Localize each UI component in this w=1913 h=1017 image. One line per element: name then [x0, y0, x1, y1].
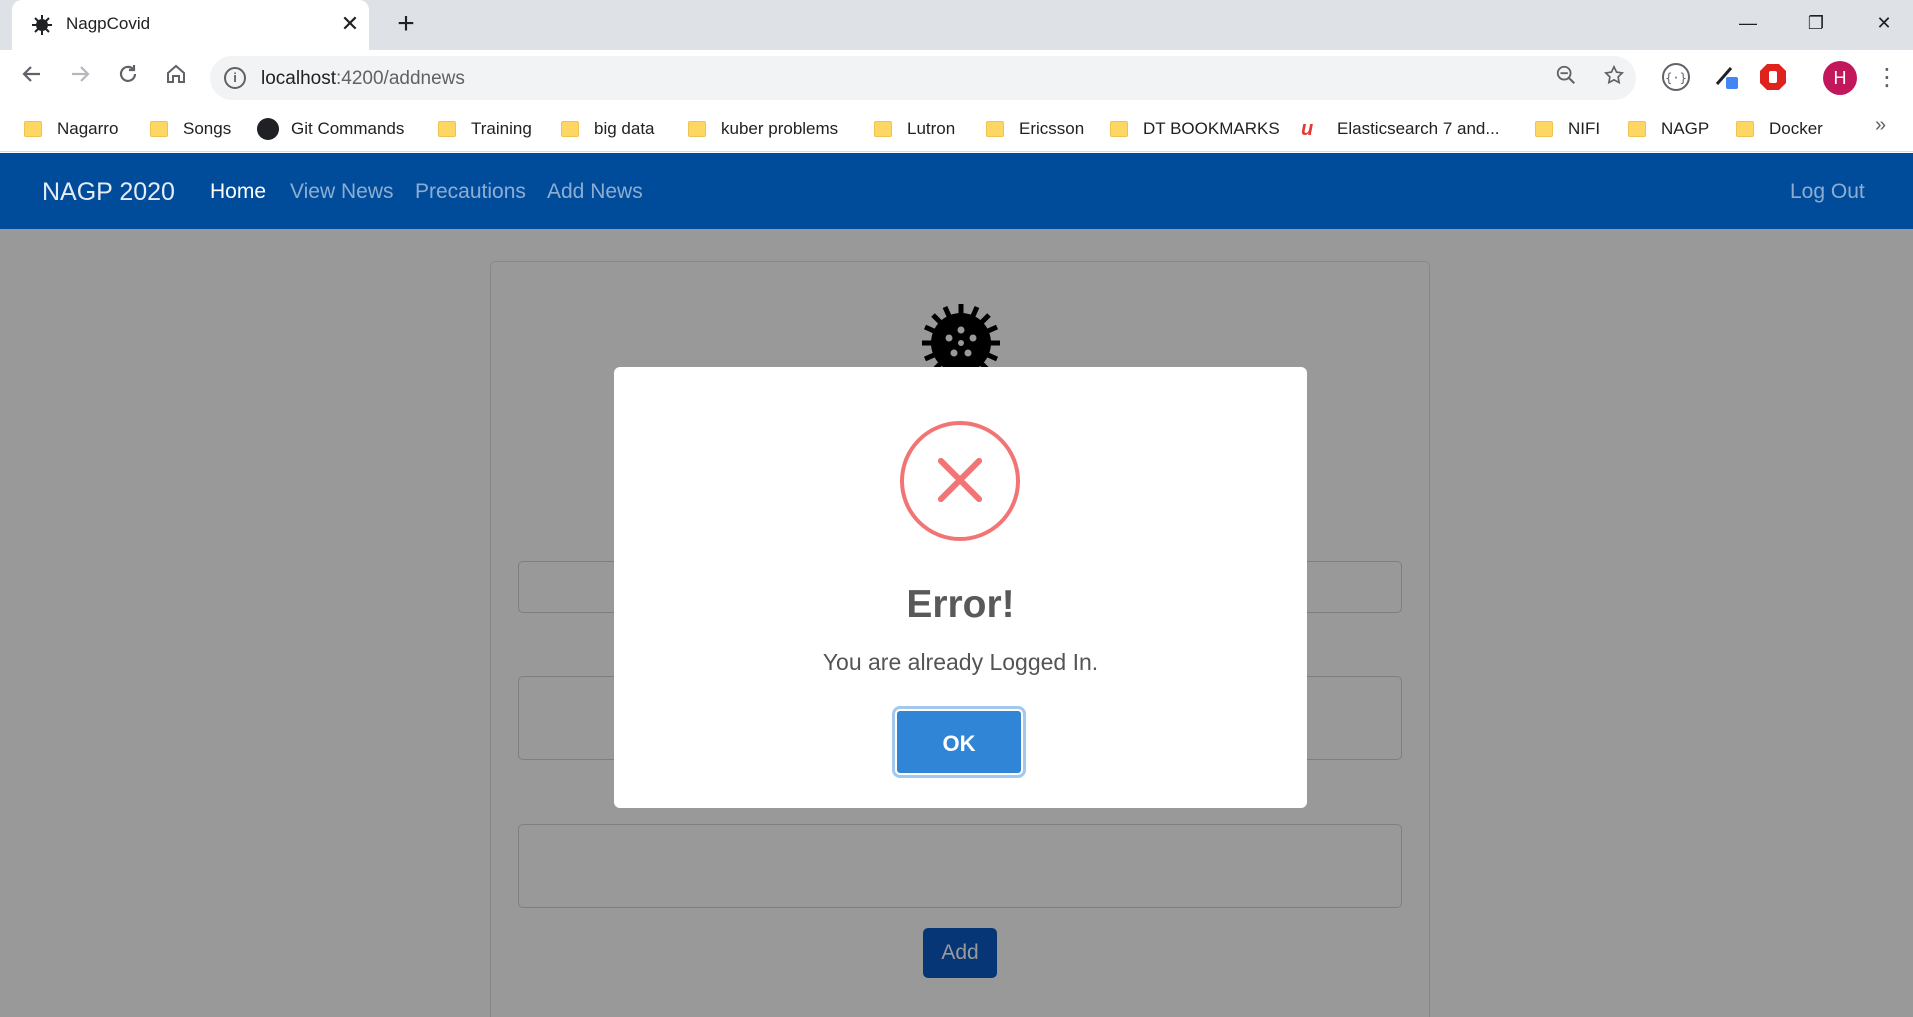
svg-text:{·}: {·}: [1665, 71, 1687, 85]
folder-icon: [24, 121, 42, 137]
folder-icon: [1628, 121, 1646, 137]
bookmark-label: big data: [594, 119, 655, 138]
forward-icon[interactable]: [64, 62, 96, 94]
new-tab-button[interactable]: +: [390, 9, 422, 41]
url-host: localhost: [261, 68, 336, 89]
bookmark-item[interactable]: Songs: [150, 116, 231, 142]
back-icon[interactable]: [16, 62, 48, 94]
error-dialog: Error! You are already Logged In. OK: [614, 367, 1307, 808]
reload-icon[interactable]: [112, 62, 144, 94]
bookmark-star-icon[interactable]: [1600, 64, 1628, 92]
browser-menu-icon[interactable]: ⋮: [1874, 62, 1900, 94]
window-close-icon[interactable]: ✕: [1861, 6, 1907, 40]
folder-icon: [986, 121, 1004, 137]
bookmark-item[interactable]: u Elasticsearch 7 and...: [1301, 116, 1500, 142]
home-icon[interactable]: [160, 62, 192, 94]
minimize-icon[interactable]: —: [1725, 6, 1771, 40]
bookmark-label: DT BOOKMARKS: [1143, 119, 1280, 138]
bookmark-label: NAGP: [1661, 119, 1710, 138]
bookmark-item[interactable]: DT BOOKMARKS: [1110, 116, 1280, 142]
tab-close-icon[interactable]: ✕: [337, 11, 363, 37]
extension-picker-icon[interactable]: [1711, 62, 1741, 92]
folder-icon: [561, 121, 579, 137]
nav-home[interactable]: Home: [210, 180, 266, 204]
bookmark-item[interactable]: kuber problems: [688, 116, 838, 142]
site-info-icon[interactable]: i: [224, 67, 246, 89]
app-navbar: NAGP 2020 Home View News Precautions Add…: [0, 153, 1913, 229]
folder-icon: [874, 121, 892, 137]
bookmark-label: Songs: [183, 119, 232, 138]
bookmark-label: Training: [471, 119, 532, 138]
virus-favicon-icon: [32, 15, 52, 35]
nav-logout[interactable]: Log Out: [1790, 180, 1865, 204]
bookmark-label: Git Commands: [291, 119, 405, 138]
bookmark-item[interactable]: Lutron: [874, 116, 955, 142]
error-x-icon: [900, 421, 1020, 541]
bookmark-item[interactable]: Git Commands: [257, 116, 404, 142]
dialog-title: Error!: [906, 583, 1015, 626]
navbar-brand[interactable]: NAGP 2020: [42, 178, 175, 207]
dialog-message: You are already Logged In.: [822, 649, 1099, 675]
folder-icon: [1736, 121, 1754, 137]
bookmark-label: Nagarro: [57, 119, 119, 138]
bookmark-item[interactable]: NIFI: [1535, 116, 1600, 142]
profile-avatar[interactable]: H: [1823, 61, 1857, 95]
bookmark-item[interactable]: Training: [438, 116, 532, 142]
udemy-icon: u: [1301, 118, 1314, 140]
folder-icon: [438, 121, 456, 137]
bookmark-label: Docker: [1769, 119, 1823, 138]
url-path: :4200/addnews: [336, 68, 465, 89]
restore-icon[interactable]: ❐: [1793, 6, 1839, 40]
nav-precautions[interactable]: Precautions: [415, 180, 526, 204]
bookmark-label: Lutron: [907, 119, 956, 138]
folder-icon: [688, 121, 706, 137]
folder-icon: [1535, 121, 1553, 137]
bookmark-label: Ericsson: [1019, 119, 1085, 138]
bookmark-item[interactable]: Docker: [1736, 116, 1823, 142]
folder-icon: [150, 121, 168, 137]
bookmark-item[interactable]: big data: [561, 116, 655, 142]
address-bar[interactable]: i localhost:4200/addnews: [210, 56, 1636, 100]
bookmarks-bar: Nagarro Songs Git Commands Training big …: [0, 106, 1913, 152]
bookmarks-overflow-icon[interactable]: »: [1875, 114, 1886, 137]
ok-button[interactable]: OK: [895, 709, 1023, 775]
bookmark-label: NIFI: [1568, 119, 1601, 138]
bookmark-label: kuber problems: [721, 119, 839, 138]
browser-tabstrip: NagpCovid ✕ + — ❐ ✕: [0, 0, 1913, 50]
address-url[interactable]: localhost:4200/addnews: [261, 68, 465, 90]
extension-code-icon[interactable]: {·}: [1661, 62, 1691, 92]
folder-icon: [1110, 121, 1128, 137]
zoom-icon[interactable]: [1552, 64, 1580, 92]
github-icon: [257, 118, 279, 140]
bookmark-label: Elasticsearch 7 and...: [1337, 119, 1500, 138]
nav-view-news[interactable]: View News: [290, 180, 393, 204]
tab-title: NagpCovid: [66, 14, 151, 33]
bookmark-item[interactable]: Ericsson: [986, 116, 1084, 142]
extension-adblock-icon[interactable]: [1758, 62, 1788, 92]
bookmark-item[interactable]: NAGP: [1628, 116, 1709, 142]
browser-tab[interactable]: NagpCovid ✕: [12, 0, 369, 50]
nav-add-news[interactable]: Add News: [547, 180, 643, 204]
bookmark-item[interactable]: Nagarro: [24, 116, 118, 142]
browser-toolbar: i localhost:4200/addnews: [0, 50, 1913, 106]
